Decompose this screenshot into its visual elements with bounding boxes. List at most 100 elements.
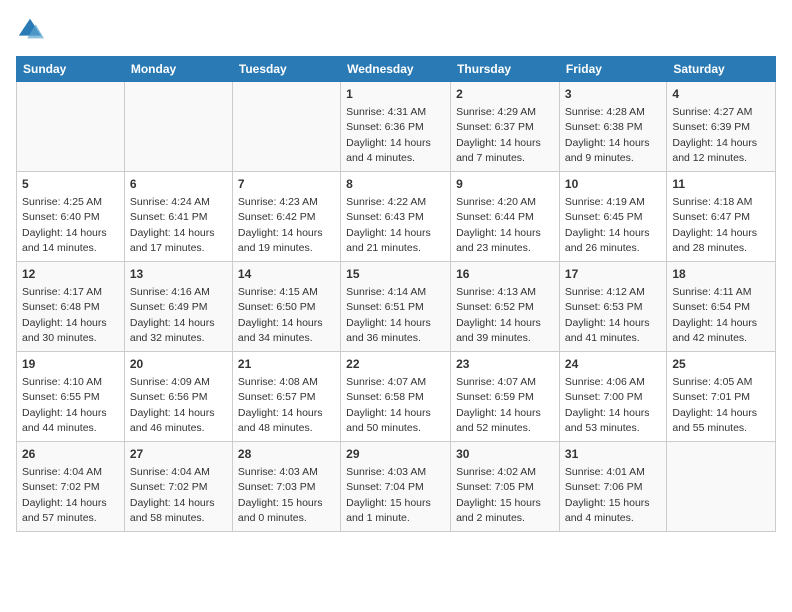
calendar-week-2: 5 Sunrise: 4:25 AM Sunset: 6:40 PM Daylig… — [17, 172, 776, 262]
weekday-header-row: SundayMondayTuesdayWednesdayThursdayFrid… — [17, 57, 776, 82]
weekday-saturday: Saturday — [667, 57, 776, 82]
calendar-cell: 1 Sunrise: 4:31 AM Sunset: 6:36 PM Daylig… — [341, 82, 451, 172]
page-header — [16, 16, 776, 44]
calendar-cell: 30 Sunrise: 4:02 AM Sunset: 7:05 PM Dayli… — [451, 442, 560, 532]
calendar-cell: 12 Sunrise: 4:17 AM Sunset: 6:48 PM Dayli… — [17, 262, 125, 352]
calendar-week-1: 1 Sunrise: 4:31 AM Sunset: 6:36 PM Daylig… — [17, 82, 776, 172]
day-info: Sunrise: 4:28 AM Sunset: 6:38 PM Dayligh… — [565, 106, 650, 164]
day-number: 3 — [565, 86, 661, 103]
day-number: 31 — [565, 446, 661, 463]
day-number: 1 — [346, 86, 445, 103]
calendar-cell — [667, 442, 776, 532]
logo — [16, 16, 48, 44]
weekday-thursday: Thursday — [451, 57, 560, 82]
day-info: Sunrise: 4:16 AM Sunset: 6:49 PM Dayligh… — [130, 286, 215, 344]
day-info: Sunrise: 4:12 AM Sunset: 6:53 PM Dayligh… — [565, 286, 650, 344]
day-number: 20 — [130, 356, 227, 373]
day-info: Sunrise: 4:27 AM Sunset: 6:39 PM Dayligh… — [672, 106, 757, 164]
day-number: 16 — [456, 266, 554, 283]
day-number: 12 — [22, 266, 119, 283]
calendar-cell: 31Sunrise: 4:01 AM Sunset: 7:06 PM Dayli… — [559, 442, 666, 532]
calendar-body: 1 Sunrise: 4:31 AM Sunset: 6:36 PM Daylig… — [17, 82, 776, 532]
day-info: Sunrise: 4:13 AM Sunset: 6:52 PM Dayligh… — [456, 286, 541, 344]
calendar-cell: 18Sunrise: 4:11 AM Sunset: 6:54 PM Dayli… — [667, 262, 776, 352]
day-number: 30 — [456, 446, 554, 463]
day-info: Sunrise: 4:20 AM Sunset: 6:44 PM Dayligh… — [456, 196, 541, 254]
calendar-cell: 13 Sunrise: 4:16 AM Sunset: 6:49 PM Dayli… — [124, 262, 232, 352]
day-number: 11 — [672, 176, 770, 193]
calendar-cell: 28 Sunrise: 4:03 AM Sunset: 7:03 PM Dayli… — [232, 442, 340, 532]
day-number: 19 — [22, 356, 119, 373]
calendar-cell — [124, 82, 232, 172]
weekday-monday: Monday — [124, 57, 232, 82]
calendar-cell: 6Sunrise: 4:24 AM Sunset: 6:41 PM Daylig… — [124, 172, 232, 262]
calendar-cell: 7 Sunrise: 4:23 AM Sunset: 6:42 PM Daylig… — [232, 172, 340, 262]
day-info: Sunrise: 4:02 AM Sunset: 7:05 PM Dayligh… — [456, 466, 541, 524]
day-info: Sunrise: 4:31 AM Sunset: 6:36 PM Dayligh… — [346, 106, 431, 164]
day-info: Sunrise: 4:14 AM Sunset: 6:51 PM Dayligh… — [346, 286, 431, 344]
calendar-table: SundayMondayTuesdayWednesdayThursdayFrid… — [16, 56, 776, 532]
logo-icon — [16, 16, 44, 44]
day-number: 7 — [238, 176, 335, 193]
day-number: 4 — [672, 86, 770, 103]
day-number: 18 — [672, 266, 770, 283]
calendar-cell: 19 Sunrise: 4:10 AM Sunset: 6:55 PM Dayli… — [17, 352, 125, 442]
calendar-cell: 24 Sunrise: 4:06 AM Sunset: 7:00 PM Dayli… — [559, 352, 666, 442]
day-number: 17 — [565, 266, 661, 283]
day-info: Sunrise: 4:03 AM Sunset: 7:03 PM Dayligh… — [238, 466, 323, 524]
day-number: 25 — [672, 356, 770, 373]
day-number: 13 — [130, 266, 227, 283]
day-info: Sunrise: 4:18 AM Sunset: 6:47 PM Dayligh… — [672, 196, 757, 254]
calendar-cell: 2 Sunrise: 4:29 AM Sunset: 6:37 PM Daylig… — [451, 82, 560, 172]
calendar-header: SundayMondayTuesdayWednesdayThursdayFrid… — [17, 57, 776, 82]
day-number: 29 — [346, 446, 445, 463]
weekday-wednesday: Wednesday — [341, 57, 451, 82]
day-number: 9 — [456, 176, 554, 193]
calendar-cell: 10Sunrise: 4:19 AM Sunset: 6:45 PM Dayli… — [559, 172, 666, 262]
day-info: Sunrise: 4:07 AM Sunset: 6:58 PM Dayligh… — [346, 376, 431, 434]
calendar-cell: 23 Sunrise: 4:07 AM Sunset: 6:59 PM Dayli… — [451, 352, 560, 442]
day-number: 6 — [130, 176, 227, 193]
calendar-cell: 15Sunrise: 4:14 AM Sunset: 6:51 PM Dayli… — [341, 262, 451, 352]
calendar-week-4: 19 Sunrise: 4:10 AM Sunset: 6:55 PM Dayli… — [17, 352, 776, 442]
calendar-cell: 11 Sunrise: 4:18 AM Sunset: 6:47 PM Dayli… — [667, 172, 776, 262]
day-info: Sunrise: 4:22 AM Sunset: 6:43 PM Dayligh… — [346, 196, 431, 254]
day-number: 27 — [130, 446, 227, 463]
day-number: 23 — [456, 356, 554, 373]
day-number: 10 — [565, 176, 661, 193]
calendar-cell: 29 Sunrise: 4:03 AM Sunset: 7:04 PM Dayli… — [341, 442, 451, 532]
calendar-cell: 17 Sunrise: 4:12 AM Sunset: 6:53 PM Dayli… — [559, 262, 666, 352]
day-info: Sunrise: 4:25 AM Sunset: 6:40 PM Dayligh… — [22, 196, 107, 254]
day-number: 22 — [346, 356, 445, 373]
day-info: Sunrise: 4:23 AM Sunset: 6:42 PM Dayligh… — [238, 196, 323, 254]
day-info: Sunrise: 4:09 AM Sunset: 6:56 PM Dayligh… — [130, 376, 215, 434]
day-number: 5 — [22, 176, 119, 193]
day-info: Sunrise: 4:06 AM Sunset: 7:00 PM Dayligh… — [565, 376, 650, 434]
calendar-week-5: 26Sunrise: 4:04 AM Sunset: 7:02 PM Dayli… — [17, 442, 776, 532]
calendar-cell: 14Sunrise: 4:15 AM Sunset: 6:50 PM Dayli… — [232, 262, 340, 352]
day-info: Sunrise: 4:03 AM Sunset: 7:04 PM Dayligh… — [346, 466, 431, 524]
day-number: 2 — [456, 86, 554, 103]
day-info: Sunrise: 4:10 AM Sunset: 6:55 PM Dayligh… — [22, 376, 107, 434]
day-info: Sunrise: 4:17 AM Sunset: 6:48 PM Dayligh… — [22, 286, 107, 344]
day-number: 8 — [346, 176, 445, 193]
day-number: 28 — [238, 446, 335, 463]
calendar-week-3: 12 Sunrise: 4:17 AM Sunset: 6:48 PM Dayli… — [17, 262, 776, 352]
calendar-cell: 16 Sunrise: 4:13 AM Sunset: 6:52 PM Dayli… — [451, 262, 560, 352]
calendar-cell: 5 Sunrise: 4:25 AM Sunset: 6:40 PM Daylig… — [17, 172, 125, 262]
day-info: Sunrise: 4:07 AM Sunset: 6:59 PM Dayligh… — [456, 376, 541, 434]
calendar-cell: 21 Sunrise: 4:08 AM Sunset: 6:57 PM Dayli… — [232, 352, 340, 442]
calendar-cell: 4 Sunrise: 4:27 AM Sunset: 6:39 PM Daylig… — [667, 82, 776, 172]
day-info: Sunrise: 4:04 AM Sunset: 7:02 PM Dayligh… — [22, 466, 107, 524]
calendar-cell: 9 Sunrise: 4:20 AM Sunset: 6:44 PM Daylig… — [451, 172, 560, 262]
day-number: 21 — [238, 356, 335, 373]
day-info: Sunrise: 4:29 AM Sunset: 6:37 PM Dayligh… — [456, 106, 541, 164]
day-number: 24 — [565, 356, 661, 373]
day-info: Sunrise: 4:15 AM Sunset: 6:50 PM Dayligh… — [238, 286, 323, 344]
calendar-cell: 8 Sunrise: 4:22 AM Sunset: 6:43 PM Daylig… — [341, 172, 451, 262]
day-info: Sunrise: 4:08 AM Sunset: 6:57 PM Dayligh… — [238, 376, 323, 434]
calendar-cell: 20 Sunrise: 4:09 AM Sunset: 6:56 PM Dayli… — [124, 352, 232, 442]
calendar-cell — [232, 82, 340, 172]
calendar-cell: 25Sunrise: 4:05 AM Sunset: 7:01 PM Dayli… — [667, 352, 776, 442]
day-info: Sunrise: 4:04 AM Sunset: 7:02 PM Dayligh… — [130, 466, 215, 524]
